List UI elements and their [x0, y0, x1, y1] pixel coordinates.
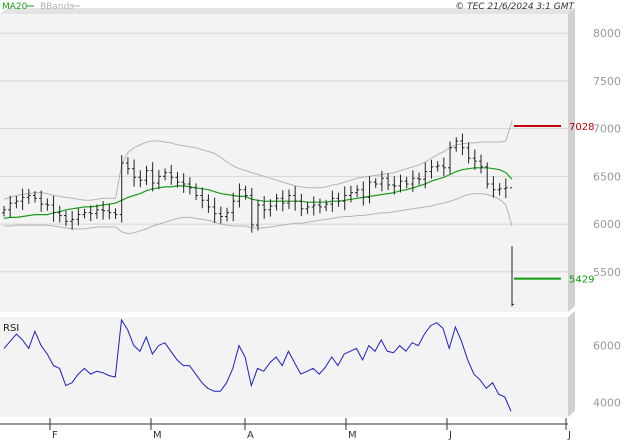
x-axis-label: M — [348, 430, 357, 440]
support-label: 5429 — [569, 275, 594, 286]
price-tick-label: 6500 — [593, 170, 621, 183]
x-axis-label: J — [448, 430, 452, 440]
resistance-label: 7028 — [569, 122, 594, 133]
rsi-tick-label: 6000 — [593, 340, 621, 353]
price-tick-label: 7000 — [593, 123, 621, 136]
rsi-panel-edge — [568, 311, 575, 417]
stock-chart: 7028 5429 8000 7500 7000 6500 6000 5500 6000 40… — [0, 2, 621, 440]
rsi-axis-ticks: 6000 4000 — [593, 340, 621, 410]
x-axis-label: F — [52, 430, 58, 440]
legend-bbands: BBands — [40, 2, 74, 12]
price-tick-label: 6000 — [593, 218, 621, 231]
price-tick-label: 5500 — [593, 266, 621, 279]
chart-stage: 7028 5429 8000 7500 7000 6500 6000 5500 6000 40… — [0, 0, 627, 440]
rsi-tick-label: 4000 — [593, 397, 621, 410]
rsi-label: RSI — [3, 323, 19, 334]
x-axis: FMAMJJ — [0, 418, 571, 440]
copyright-text: © TEC 21/6/2024 3:1 GMT — [455, 2, 575, 12]
rsi-panel — [0, 317, 568, 417]
price-tick-label: 8000 — [593, 27, 621, 40]
x-axis-label: J — [567, 430, 571, 440]
price-panel — [0, 14, 568, 312]
price-tick-label: 7500 — [593, 75, 621, 88]
price-panel-edge — [568, 8, 575, 312]
legend-ma20: MA20 — [2, 2, 28, 12]
x-axis-label: A — [247, 430, 254, 440]
price-axis-ticks: 8000 7500 7000 6500 6000 5500 — [593, 27, 621, 279]
x-axis-label: M — [153, 430, 162, 440]
